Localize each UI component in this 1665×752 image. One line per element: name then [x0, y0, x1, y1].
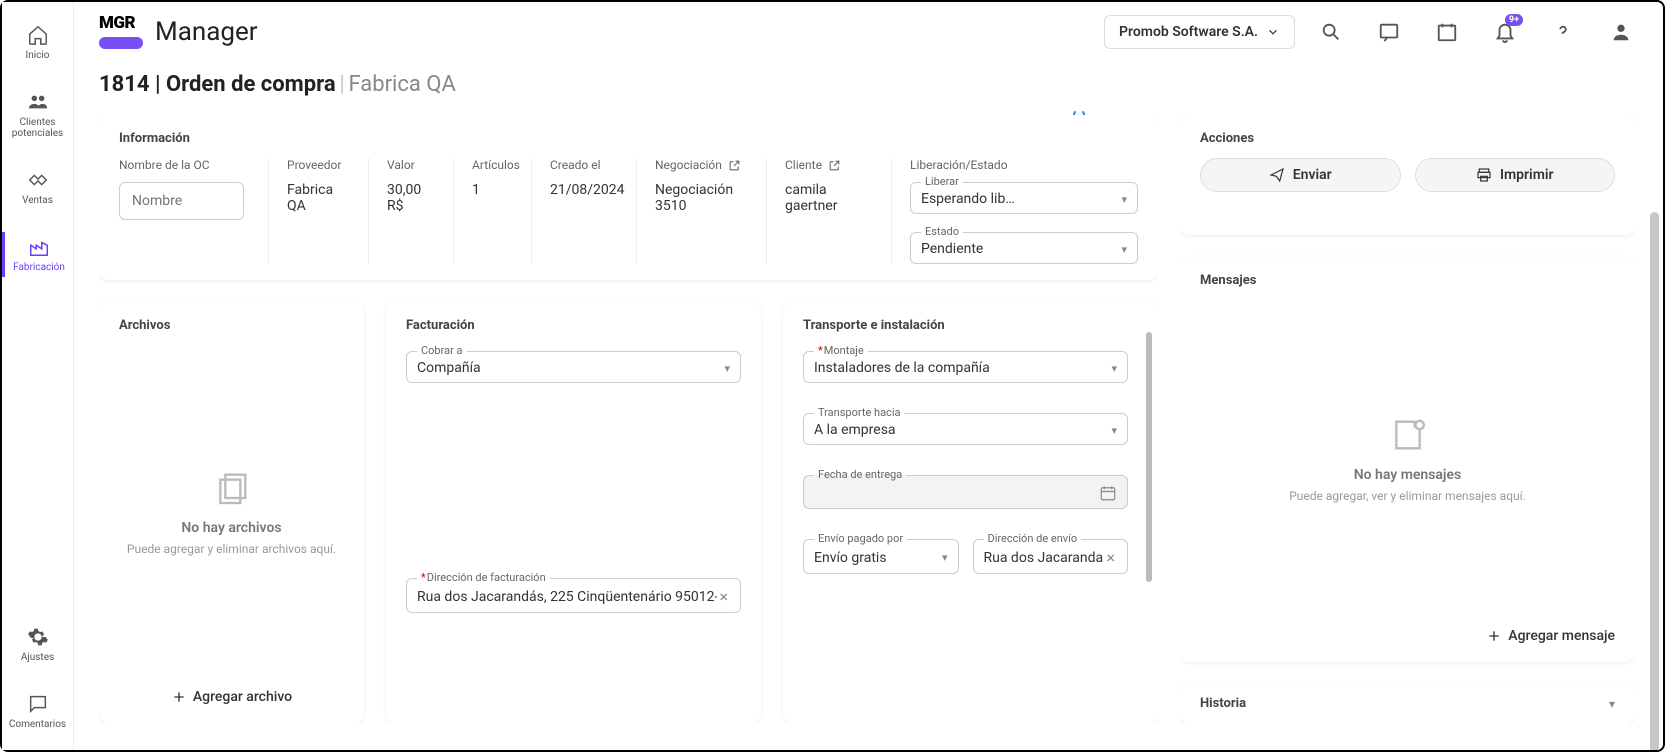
files-card: Archivos No hay archivos Puede agregar y…: [99, 302, 364, 723]
files-empty: No hay archivos Puede agregar y eliminar…: [119, 345, 344, 679]
comment-icon: [27, 693, 49, 715]
users-icon: [27, 91, 49, 113]
info-release-label: Liberación/Estado: [910, 158, 1138, 172]
account-picker[interactable]: Promob Software S.A.: [1104, 15, 1295, 49]
brand-name: Manager: [155, 17, 258, 47]
info-card: Información Nombre de la OC Proveedor Fa…: [99, 115, 1158, 280]
search-button[interactable]: [1309, 10, 1353, 54]
add-file-button[interactable]: Agregar archivo: [119, 679, 344, 707]
assembly-select[interactable]: Montaje Instaladores de la compañía: [803, 351, 1128, 383]
send-icon: [1269, 167, 1285, 183]
transport-to-select[interactable]: Transporte hacia A la empresa: [803, 413, 1128, 445]
sidebar-item-ventas[interactable]: Ventas: [2, 165, 73, 210]
files-title: Archivos: [119, 318, 344, 333]
info-provider-value: Fabrica QA: [287, 182, 350, 214]
sidebar-item-fabricacion[interactable]: Fabricación: [2, 232, 73, 277]
calendar-icon: [1436, 21, 1458, 43]
print-button[interactable]: Imprimir: [1415, 158, 1616, 192]
notification-badge: 9+: [1505, 14, 1523, 26]
billing-title: Facturación: [406, 318, 741, 333]
billing-card: Facturación Cobrar a Compañía Dirección …: [386, 302, 761, 723]
home-icon: [27, 24, 49, 46]
external-link-icon: [828, 159, 841, 172]
oc-name-input[interactable]: [119, 182, 244, 220]
chevron-down-icon: ▾: [1609, 697, 1615, 711]
sidebar-item-comentarios[interactable]: Comentarios: [2, 689, 73, 734]
state-select[interactable]: Estado Pendiente: [910, 232, 1138, 264]
charge-to-select[interactable]: Cobrar a Compañía: [406, 351, 741, 383]
sidebar-item-clientes[interactable]: Clientes potenciales: [2, 87, 73, 143]
release-select[interactable]: Liberar Esperando liber…: [910, 182, 1138, 214]
transport-title: Transporte e instalación: [803, 318, 1138, 333]
note-icon: [1388, 415, 1428, 455]
actions-card: Acciones Enviar Imprimir: [1180, 115, 1635, 235]
sidebar-label: Inicio: [25, 50, 49, 61]
history-title: Historia: [1200, 696, 1246, 711]
transport-card: Transporte e instalación Montaje Instala…: [783, 302, 1158, 723]
info-value-label: Valor: [387, 158, 435, 172]
info-client-value: camila gaertner: [785, 182, 873, 214]
billing-address-input[interactable]: [417, 589, 717, 605]
info-articles-label: Artículos: [472, 158, 513, 172]
page-title: 1814 | Orden de compra|Fabrica QA: [99, 72, 1635, 97]
add-message-button[interactable]: Agregar mensaje: [1200, 618, 1615, 646]
avatar-icon: [1610, 21, 1632, 43]
help-button[interactable]: [1541, 10, 1585, 54]
plus-icon: [1486, 628, 1502, 644]
send-button[interactable]: Enviar: [1200, 158, 1401, 192]
info-negotiation-value: Negociación 3510: [655, 182, 748, 214]
topbar: MGR Manager Promob Software S.A. 9: [74, 2, 1663, 62]
brand: MGR Manager: [99, 15, 258, 49]
sidebar-label: Comentarios: [9, 719, 66, 730]
sidebar-item-ajustes[interactable]: Ajustes: [2, 622, 73, 667]
history-card[interactable]: Historia ▾: [1180, 684, 1635, 723]
clear-shipping-address[interactable]: ×: [1104, 548, 1117, 567]
messages-title: Mensajes: [1200, 273, 1615, 288]
chat-button[interactable]: [1367, 10, 1411, 54]
info-provider-label: Proveedor: [287, 158, 350, 172]
info-created-value: 21/08/2024: [550, 182, 618, 198]
profile-button[interactable]: [1599, 10, 1643, 54]
sidebar-label: Fabricación: [13, 262, 65, 273]
sidebar-label: Ajustes: [21, 652, 54, 663]
sidebar-label: Ventas: [22, 195, 53, 206]
help-icon: [1552, 21, 1574, 43]
factory-icon: [28, 236, 50, 258]
account-name: Promob Software S.A.: [1119, 24, 1258, 40]
actions-title: Acciones: [1200, 131, 1615, 146]
messages-card: Mensajes No hay mensajes Puede agregar, …: [1180, 257, 1635, 662]
info-articles-value: 1: [472, 182, 513, 198]
info-title: Información: [119, 131, 1138, 146]
brand-logo: MGR: [99, 15, 143, 49]
info-name-label: Nombre de la OC: [119, 158, 250, 172]
page-scrollbar[interactable]: [1650, 212, 1659, 750]
calendar-icon: [1099, 484, 1117, 502]
calendar-button[interactable]: [1425, 10, 1469, 54]
files-icon: [212, 468, 252, 508]
chat-icon: [1378, 21, 1400, 43]
chevron-down-icon: [1266, 25, 1280, 39]
delivery-date-field[interactable]: Fecha de entrega: [803, 475, 1128, 509]
sidebar: Inicio Clientes potenciales Ventas Fabri…: [2, 2, 74, 750]
sidebar-label: Clientes potenciales: [2, 117, 73, 139]
info-created-label: Creado el: [550, 158, 618, 172]
clear-billing-address[interactable]: ×: [717, 587, 730, 606]
print-icon: [1476, 167, 1492, 183]
billing-address-field[interactable]: Dirección de facturación ×: [406, 578, 741, 613]
plus-icon: [171, 689, 187, 705]
shipping-address-field[interactable]: Dirección de envío ×: [973, 539, 1129, 574]
handshake-icon: [27, 169, 49, 191]
shipping-address-input[interactable]: [984, 550, 1105, 566]
search-icon: [1320, 21, 1342, 43]
external-link-icon: [728, 159, 741, 172]
info-value-value: 30,00 R$: [387, 182, 435, 214]
gear-icon: [27, 626, 49, 648]
info-client-label[interactable]: Cliente: [785, 158, 873, 172]
notifications-button[interactable]: 9+: [1483, 10, 1527, 54]
info-negotiation-label[interactable]: Negociación: [655, 158, 748, 172]
sidebar-item-inicio[interactable]: Inicio: [2, 20, 73, 65]
scrollbar[interactable]: [1146, 332, 1152, 582]
messages-empty: No hay mensajes Puede agregar, ver y eli…: [1200, 300, 1615, 618]
shipping-paid-by-select[interactable]: Envío pagado por Envío gratis: [803, 539, 959, 574]
